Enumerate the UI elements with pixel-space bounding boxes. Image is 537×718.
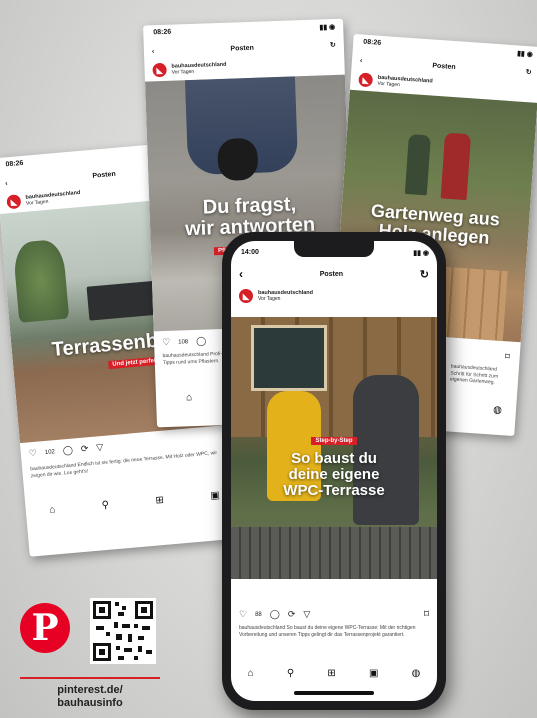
- search-icon[interactable]: ⚲: [101, 500, 109, 512]
- post-title-line3: WPC-Terrasse: [283, 481, 385, 499]
- qr-code[interactable]: [90, 598, 156, 664]
- plant: [12, 238, 70, 323]
- bauhaus-logo: ◣: [152, 62, 167, 78]
- home-icon[interactable]: ⌂: [49, 504, 56, 515]
- tab-bar: ⌂ ⚲ ⊞ ▣: [25, 488, 243, 518]
- person-right: [440, 132, 472, 201]
- window: [251, 325, 327, 391]
- share-icon[interactable]: ⟳: [80, 443, 88, 455]
- shop-icon[interactable]: ▣: [369, 668, 378, 679]
- phone-notch: [294, 241, 374, 257]
- send-icon[interactable]: ▽: [96, 442, 104, 454]
- share-icon[interactable]: ⟳: [288, 609, 296, 620]
- account-date: Vor Tagen: [377, 80, 400, 89]
- posts-title: Posten: [230, 44, 254, 53]
- pinterest-logo[interactable]: P: [20, 603, 70, 653]
- account-date: Vor Tagen: [25, 199, 49, 208]
- phone-screen: 14:00 ▮▮ ◉ ‹ Posten ↻ ◣ bauhausdeutschla…: [231, 241, 437, 701]
- comment-icon[interactable]: ◯: [196, 336, 206, 347]
- back-icon[interactable]: ‹: [239, 267, 243, 281]
- bauhaus-logo: ◣: [239, 289, 253, 303]
- pinterest-url[interactable]: pinterest.de/ bauhausinfo: [20, 684, 160, 710]
- signal-icon: ▮▮ ◉: [319, 23, 336, 32]
- signal-icon: ▮▮ ◉: [516, 50, 534, 59]
- step-badge: Step-by-Step: [311, 437, 357, 445]
- heart-icon[interactable]: ♡: [162, 337, 170, 348]
- add-icon[interactable]: ⊞: [327, 668, 335, 679]
- refresh-icon[interactable]: ↻: [525, 68, 531, 76]
- terrace-boards: [231, 527, 437, 579]
- back-icon[interactable]: ‹: [360, 57, 363, 64]
- add-icon[interactable]: ⊞: [155, 495, 164, 507]
- account-date: Vor Tagen: [258, 296, 281, 303]
- nav-row: ‹ Posten ↻: [231, 263, 437, 285]
- pinterest-url-line2: bauhausinfo: [57, 697, 123, 710]
- badge-wrap: Step-by-Step: [231, 437, 437, 445]
- profile-icon[interactable]: ◍: [493, 405, 502, 417]
- heart-icon[interactable]: ♡: [28, 448, 37, 460]
- post-caption: bauhausdeutschland So baust du deine eig…: [239, 625, 416, 638]
- back-icon[interactable]: ‹: [152, 48, 155, 55]
- action-row: ♡ 102 ◯ ⟳ ▽: [28, 442, 103, 459]
- person-left: [404, 134, 431, 196]
- like-count: 108: [178, 338, 189, 346]
- comment-icon[interactable]: ◯: [270, 609, 280, 620]
- send-icon[interactable]: ▽: [303, 609, 310, 620]
- home-icon[interactable]: ⌂: [186, 392, 192, 403]
- signal-icon: ▮▮ ◉: [413, 250, 429, 257]
- status-time: 08:26: [363, 38, 382, 47]
- status-time: 14:00: [241, 249, 259, 256]
- posts-title: Posten: [319, 270, 344, 278]
- account-name: bauhausdeutschland: [258, 289, 314, 296]
- bauhaus-logo: ◣: [6, 194, 22, 210]
- comment-icon[interactable]: ◯: [62, 445, 73, 457]
- search-icon[interactable]: ⚲: [287, 668, 294, 679]
- posts-title: Posten: [432, 61, 456, 71]
- bookmark-icon[interactable]: ⌑: [424, 609, 429, 620]
- status-time: 08:26: [153, 28, 172, 37]
- home-indicator: [294, 691, 374, 695]
- account-row[interactable]: ◣ bauhausdeutschland Vor Tagen: [231, 285, 437, 307]
- tab-bar: ⌂ ⚲ ⊞ ▣ ◍: [231, 668, 437, 679]
- like-count: 88: [255, 611, 262, 618]
- bookmark-icon[interactable]: ⌑: [505, 351, 510, 362]
- divider-line: [20, 677, 160, 679]
- account-name: bauhausdeutschland: [171, 61, 227, 70]
- phone-mockup: 14:00 ▮▮ ◉ ‹ Posten ↻ ◣ bauhausdeutschla…: [222, 232, 446, 710]
- post-caption: bauhausdeutschland Schritt für Schritt z…: [449, 363, 499, 386]
- back-icon[interactable]: ‹: [5, 180, 8, 187]
- refresh-icon[interactable]: ↻: [330, 41, 336, 49]
- pinterest-url-line1: pinterest.de/: [57, 684, 123, 696]
- action-row: ♡ 108 ◯: [162, 336, 207, 349]
- heart-icon[interactable]: ♡: [239, 609, 247, 620]
- post-title: So baust du deine eigene WPC-Terrasse: [231, 451, 437, 498]
- like-count: 102: [44, 448, 56, 456]
- post-title-line1: So baust du: [291, 450, 377, 467]
- account-date: Vor Tagen: [171, 69, 195, 76]
- account-name: bauhausdeutschland: [25, 189, 81, 201]
- post-title-line2: deine eigene: [288, 465, 380, 483]
- home-icon[interactable]: ⌂: [248, 668, 254, 679]
- status-time: 08:26: [5, 159, 24, 169]
- refresh-icon[interactable]: ↻: [420, 268, 429, 281]
- shop-icon[interactable]: ▣: [210, 490, 220, 502]
- bauhaus-logo: ◣: [358, 72, 374, 88]
- post-image[interactable]: Step-by-Step So baust du deine eigene WP…: [231, 317, 437, 579]
- posts-title: Posten: [92, 170, 117, 180]
- profile-icon[interactable]: ◍: [412, 668, 421, 679]
- knee-pad: [217, 137, 259, 182]
- pinterest-letter: P: [31, 607, 59, 649]
- qr-code-graphic: [90, 598, 156, 664]
- action-row: ♡ 88 ◯ ⟳ ▽ ⌑: [239, 609, 429, 620]
